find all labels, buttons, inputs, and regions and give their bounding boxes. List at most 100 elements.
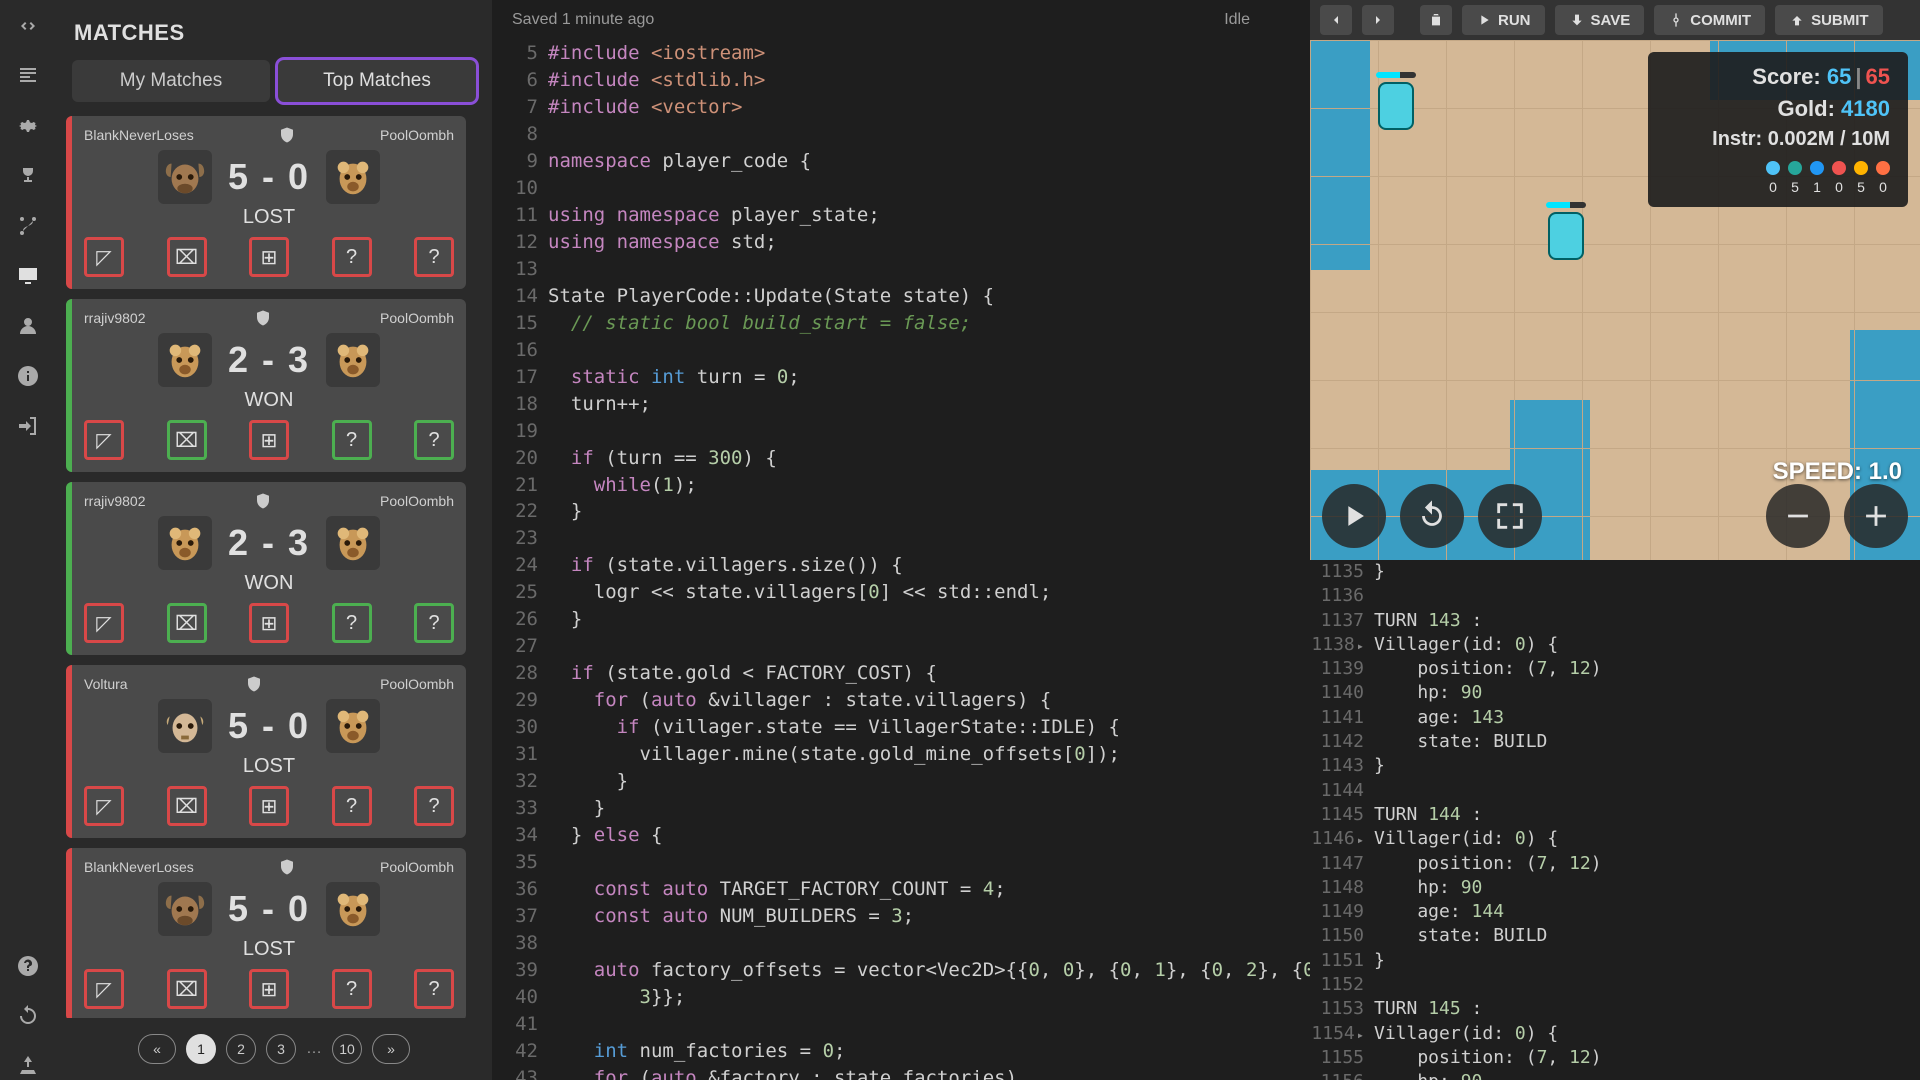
round-icon[interactable]: ⊞ bbox=[249, 786, 289, 826]
tab-top-matches[interactable]: Top Matches bbox=[278, 60, 476, 102]
round-icon[interactable]: ⊞ bbox=[249, 237, 289, 277]
zoom-in-button[interactable] bbox=[1844, 484, 1908, 548]
log-panel[interactable]: 1135113611371138113911401141114211431144… bbox=[1310, 560, 1920, 1080]
match-result: LOST bbox=[84, 938, 454, 961]
refresh-icon[interactable] bbox=[14, 1002, 42, 1030]
user-icon[interactable] bbox=[14, 312, 42, 340]
match-result: LOST bbox=[84, 206, 454, 229]
speed-label: SPEED: 1.0 bbox=[1773, 458, 1902, 486]
player1-avatar bbox=[158, 516, 212, 570]
commit-button[interactable]: COMMIT bbox=[1654, 5, 1765, 35]
toolbar: RUN SAVE COMMIT SUBMIT bbox=[1310, 0, 1920, 40]
round-icon[interactable]: ◸ bbox=[84, 969, 124, 1009]
page-1[interactable]: 1 bbox=[186, 1034, 216, 1064]
round-icon[interactable]: ⊞ bbox=[249, 603, 289, 643]
page-last[interactable]: 10 bbox=[332, 1034, 362, 1064]
game-view[interactable]: Score: 65|65 Gold: 4180 Instr: 0.002M / … bbox=[1310, 40, 1920, 560]
code-editor[interactable]: 5678910111213141516171819202122232425262… bbox=[492, 40, 1310, 1080]
round-icon[interactable]: ? bbox=[414, 420, 454, 460]
match-score: 2 - 3 bbox=[228, 522, 310, 564]
round-icon[interactable]: ⌧ bbox=[167, 420, 207, 460]
match-card[interactable]: rrajiv9802PoolOombh2 - 3WON◸⌧⊞?? bbox=[66, 482, 466, 655]
shield-icon bbox=[278, 858, 296, 876]
pagination: « 1 2 3 … 10 » bbox=[66, 1018, 482, 1068]
round-icon[interactable]: ◸ bbox=[84, 420, 124, 460]
round-icon[interactable]: ◸ bbox=[84, 603, 124, 643]
code-gutter: 5678910111213141516171819202122232425262… bbox=[492, 40, 548, 1080]
fullscreen-button[interactable] bbox=[1478, 484, 1542, 548]
match-list[interactable]: BlankNeverLosesPoolOombh5 - 0LOST◸⌧⊞??rr… bbox=[66, 116, 482, 1018]
docs-icon[interactable] bbox=[14, 62, 42, 90]
round-icon[interactable]: ? bbox=[414, 237, 454, 277]
player2-avatar bbox=[326, 333, 380, 387]
hud-dot: 0 bbox=[1832, 161, 1846, 195]
player2-avatar bbox=[326, 516, 380, 570]
round-icon[interactable]: ⌧ bbox=[167, 786, 207, 826]
code-icon[interactable] bbox=[14, 12, 42, 40]
match-result: WON bbox=[84, 389, 454, 412]
round-icon[interactable]: ? bbox=[414, 786, 454, 826]
player2-name: PoolOombh bbox=[380, 859, 454, 875]
hud-dot: 0 bbox=[1876, 161, 1890, 195]
round-icon[interactable]: ? bbox=[332, 420, 372, 460]
delete-button[interactable] bbox=[1420, 5, 1452, 35]
monitor-icon[interactable] bbox=[14, 262, 42, 290]
match-card[interactable]: BlankNeverLosesPoolOombh5 - 0LOST◸⌧⊞?? bbox=[66, 116, 466, 289]
player2-name: PoolOombh bbox=[380, 127, 454, 143]
round-icon[interactable]: ? bbox=[332, 969, 372, 1009]
match-score: 5 - 0 bbox=[228, 705, 310, 747]
player1-name: Voltura bbox=[84, 676, 128, 692]
zoom-out-button[interactable] bbox=[1766, 484, 1830, 548]
round-icon[interactable]: ? bbox=[414, 603, 454, 643]
shield-icon bbox=[254, 309, 272, 327]
match-result: WON bbox=[84, 572, 454, 595]
trophy-icon[interactable] bbox=[14, 162, 42, 190]
round-icon[interactable]: ? bbox=[414, 969, 454, 1009]
match-result: LOST bbox=[84, 755, 454, 778]
submit-button[interactable]: SUBMIT bbox=[1775, 5, 1883, 35]
round-icon[interactable]: ? bbox=[332, 786, 372, 826]
player1-name: BlankNeverLoses bbox=[84, 859, 194, 875]
tab-my-matches[interactable]: My Matches bbox=[72, 60, 270, 102]
hud-dot: 5 bbox=[1788, 161, 1802, 195]
branch-icon[interactable] bbox=[14, 212, 42, 240]
player2-name: PoolOombh bbox=[380, 493, 454, 509]
match-card[interactable]: rrajiv9802PoolOombh2 - 3WON◸⌧⊞?? bbox=[66, 299, 466, 472]
round-icon[interactable]: ⌧ bbox=[167, 969, 207, 1009]
matches-panel: MATCHES My Matches Top Matches BlankNeve… bbox=[56, 0, 492, 1080]
hud: Score: 65|65 Gold: 4180 Instr: 0.002M / … bbox=[1648, 52, 1908, 207]
round-icon[interactable]: ⊞ bbox=[249, 969, 289, 1009]
logout-icon[interactable] bbox=[14, 412, 42, 440]
round-icon[interactable]: ? bbox=[332, 237, 372, 277]
hud-dot: 1 bbox=[1810, 161, 1824, 195]
round-icon[interactable]: ⊞ bbox=[249, 420, 289, 460]
round-icon[interactable]: ⌧ bbox=[167, 237, 207, 277]
play-button[interactable] bbox=[1322, 484, 1386, 548]
page-3[interactable]: 3 bbox=[266, 1034, 296, 1064]
reset-button[interactable] bbox=[1400, 484, 1464, 548]
shield-icon bbox=[278, 126, 296, 144]
history-fwd[interactable] bbox=[1362, 5, 1394, 35]
page-next[interactable]: » bbox=[372, 1034, 410, 1064]
match-card[interactable]: BlankNeverLosesPoolOombh5 - 0LOST◸⌧⊞?? bbox=[66, 848, 466, 1018]
sidenav bbox=[0, 0, 56, 1080]
run-button[interactable]: RUN bbox=[1462, 5, 1545, 35]
page-2[interactable]: 2 bbox=[226, 1034, 256, 1064]
info-icon[interactable] bbox=[14, 362, 42, 390]
round-icon[interactable]: ⌧ bbox=[167, 603, 207, 643]
right-panel: RUN SAVE COMMIT SUBMIT Score: 65|65 Gold… bbox=[1310, 0, 1920, 1080]
save-button[interactable]: SAVE bbox=[1555, 5, 1645, 35]
history-back[interactable] bbox=[1320, 5, 1352, 35]
matches-title: MATCHES bbox=[66, 12, 482, 60]
gear-icon[interactable] bbox=[14, 112, 42, 140]
code-lines[interactable]: #include <iostream>#include <stdlib.h>#i… bbox=[548, 40, 1310, 1080]
help-icon[interactable] bbox=[14, 952, 42, 980]
match-score: 5 - 0 bbox=[228, 156, 310, 198]
share-icon[interactable] bbox=[14, 1052, 42, 1080]
round-icon[interactable]: ? bbox=[332, 603, 372, 643]
game-unit bbox=[1378, 82, 1414, 130]
round-icon[interactable]: ◸ bbox=[84, 786, 124, 826]
round-icon[interactable]: ◸ bbox=[84, 237, 124, 277]
page-first[interactable]: « bbox=[138, 1034, 176, 1064]
match-card[interactable]: VolturaPoolOombh5 - 0LOST◸⌧⊞?? bbox=[66, 665, 466, 838]
